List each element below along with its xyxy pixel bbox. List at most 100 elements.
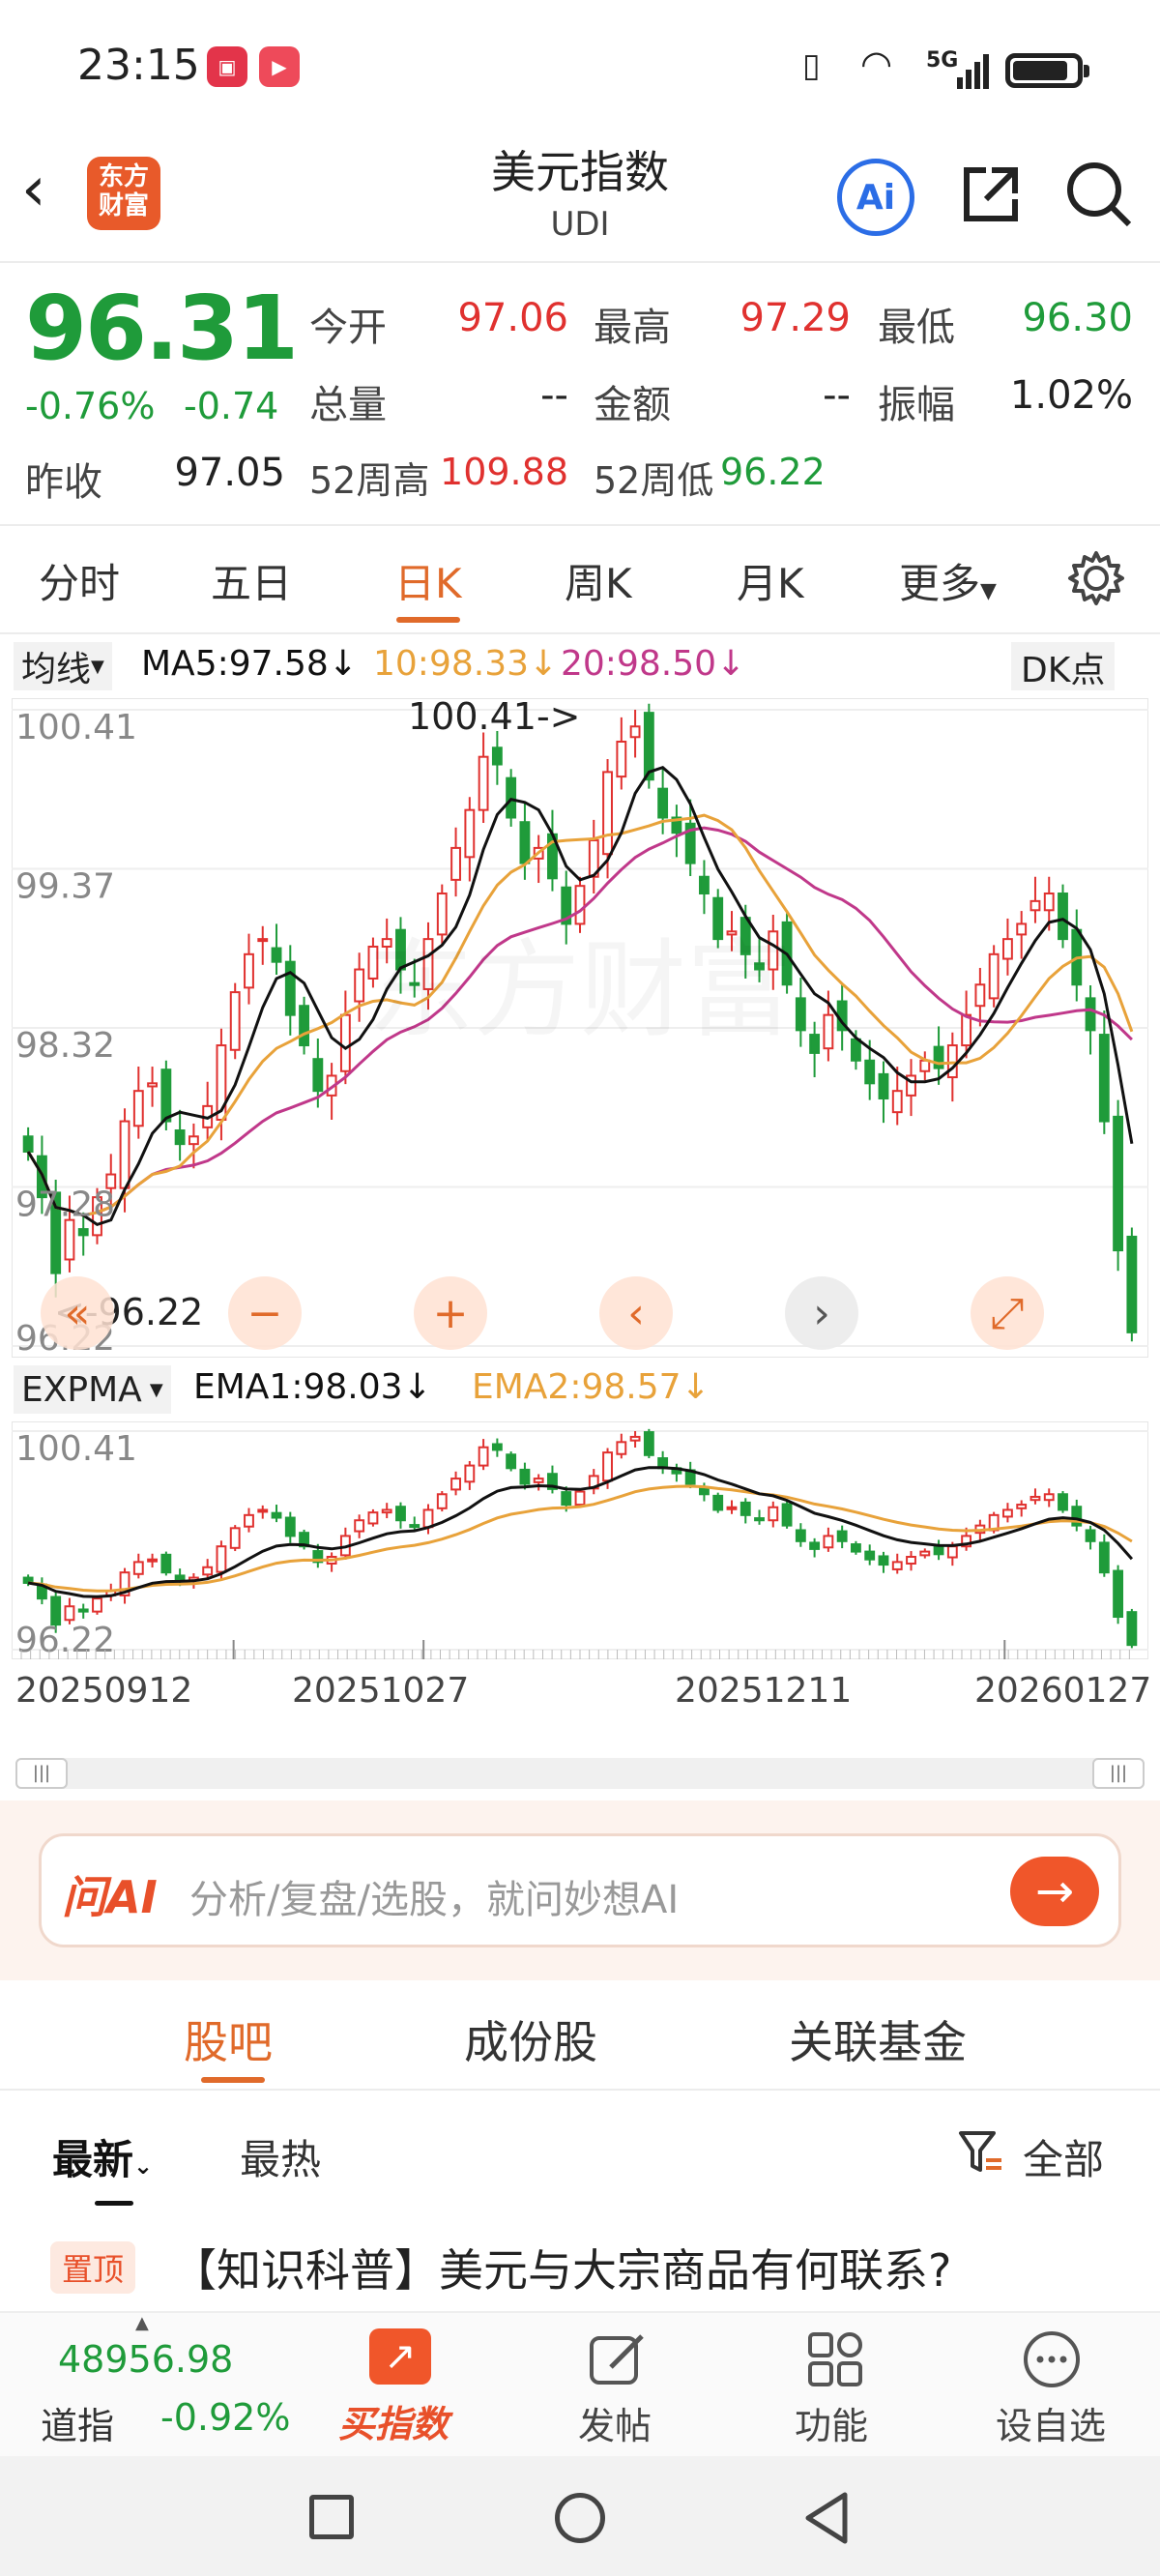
tab-intraday[interactable]: 分时 <box>39 551 120 610</box>
home-icon[interactable] <box>555 2493 605 2543</box>
candle-body <box>643 1431 654 1456</box>
fullscreen-icon[interactable]: ⤢ <box>971 1276 1044 1350</box>
expma-selector[interactable]: EXPMA ▼ <box>14 1365 171 1414</box>
y-axis-label: 100.41 <box>15 1429 137 1469</box>
candle-body <box>395 1506 406 1522</box>
tab-monthly-k[interactable]: 月K <box>737 551 804 610</box>
range-handle-left[interactable]: ||| <box>15 1758 68 1789</box>
wk52-high-value: 109.88 <box>440 451 568 493</box>
candle-body <box>339 1013 351 1072</box>
tab-daily-k[interactable]: 日K <box>394 551 462 610</box>
candle-body <box>77 1608 89 1613</box>
active-tab-indicator <box>201 2077 265 2083</box>
dow-index-name: 道指 <box>41 2405 115 2447</box>
candle-body <box>436 1493 448 1509</box>
candle-body <box>519 821 531 864</box>
candle-body <box>712 1494 724 1511</box>
candle-body <box>244 952 254 989</box>
candle-body <box>851 1543 861 1553</box>
watchlist-label[interactable]: 设自选 <box>996 2396 1106 2449</box>
candle-body <box>533 1478 544 1483</box>
y-axis-label: 98.32 <box>15 1026 115 1066</box>
kline-main-chart[interactable]: 100.4199.3798.3297.2896.22东方财富100.41-><-… <box>12 698 1148 1358</box>
add-watchlist-icon[interactable] <box>1021 2328 1083 2390</box>
date-label: 20250912 <box>15 1671 193 1711</box>
candle-body <box>1098 1034 1110 1123</box>
ma10-value: 10:98.33↓ <box>373 644 559 684</box>
expma-sub-chart[interactable]: 100.4196.22 <box>12 1421 1148 1659</box>
candle-body <box>1113 1115 1124 1252</box>
candle-body <box>864 1059 876 1085</box>
chevron-down-icon: ▼ <box>149 1379 163 1400</box>
candle-body <box>809 1034 821 1054</box>
ai-search-placeholder[interactable]: 分析/复盘/选股，就问妙想AI <box>189 1868 679 1924</box>
open-label: 今开 <box>309 306 387 350</box>
wifi-icon: ◠ <box>860 43 893 85</box>
candle-body <box>216 1545 227 1573</box>
candle-body <box>754 1517 765 1522</box>
filter-icon[interactable] <box>957 2127 1005 2180</box>
candle-body <box>1030 899 1041 912</box>
ma-selector-label: 均线 <box>21 650 92 689</box>
network-type: 5G <box>926 48 959 73</box>
filter-all[interactable]: 全部 <box>1023 2127 1104 2186</box>
candle-body <box>64 1218 75 1261</box>
share-icon[interactable] <box>957 161 1025 228</box>
back-nav-icon[interactable] <box>802 2491 851 2545</box>
tab-constituents[interactable]: 成份股 <box>464 2007 597 2071</box>
candle-body <box>699 875 710 895</box>
tab-five-day[interactable]: 五日 <box>211 551 292 610</box>
zoom-out-icon[interactable]: − <box>228 1276 302 1350</box>
trend-chart-icon[interactable]: ↗ <box>369 2328 431 2385</box>
function-label[interactable]: 功能 <box>795 2396 868 2449</box>
pinned-post-title[interactable]: 【知识科普】美元与大宗商品有何联系? <box>172 2236 951 2299</box>
candle-body <box>906 1555 916 1566</box>
candle-body <box>629 725 641 739</box>
buy-index-label[interactable]: 买指数 <box>338 2394 449 2447</box>
tab-weekly-k[interactable]: 周K <box>565 551 632 610</box>
ma-selector[interactable]: 均线 ▼ <box>14 642 112 690</box>
candle-body <box>229 1527 241 1549</box>
candle-body <box>506 776 517 819</box>
candle-body <box>1085 1529 1096 1542</box>
sort-hot[interactable]: 最热 <box>240 2127 321 2186</box>
candle-body <box>616 740 627 778</box>
candle-body <box>602 1451 613 1482</box>
ai-submit-arrow-icon[interactable]: → <box>1010 1857 1099 1926</box>
tab-more[interactable]: 更多▼ <box>899 551 997 610</box>
candle-body <box>464 808 476 859</box>
ai-button[interactable]: Ai <box>837 159 914 236</box>
candle-body <box>961 1013 972 1047</box>
scroll-right-icon[interactable]: › <box>785 1276 858 1350</box>
scroll-left-end-icon[interactable]: « <box>41 1276 114 1350</box>
candle-body <box>768 1506 779 1522</box>
range-slider-track[interactable] <box>15 1758 1145 1789</box>
candle-body <box>878 1555 889 1566</box>
tab-related-funds[interactable]: 关联基金 <box>789 2007 967 2071</box>
candle-body <box>1113 1569 1124 1619</box>
settings-gear-icon[interactable] <box>1067 549 1125 607</box>
max-price-note: 100.41-> <box>408 698 581 738</box>
scroll-left-icon[interactable]: ‹ <box>599 1276 673 1350</box>
recent-apps-icon[interactable] <box>309 2495 354 2539</box>
candle-body <box>464 1464 476 1483</box>
dk-point-toggle[interactable]: DK点 <box>1011 642 1116 690</box>
range-handle-right[interactable]: ||| <box>1092 1758 1145 1789</box>
search-icon[interactable] <box>1063 159 1135 230</box>
apps-grid-icon[interactable] <box>806 2330 864 2388</box>
candle-body <box>244 1513 254 1528</box>
volume-label: 总量 <box>309 383 387 427</box>
candle-body <box>891 1090 903 1114</box>
zoom-in-icon[interactable]: + <box>414 1276 487 1350</box>
candle-body <box>77 1228 89 1237</box>
caret-up-icon: ▲ <box>135 2313 149 2333</box>
dow-index-value[interactable]: 48956.98 <box>58 2338 233 2381</box>
candle-body <box>229 991 241 1051</box>
wk52-low-value: 96.22 <box>720 451 826 493</box>
candle-body <box>823 1535 834 1549</box>
video-app-icon: ▶ <box>259 46 300 87</box>
tab-guba[interactable]: 股吧 <box>184 2007 273 2071</box>
edit-post-icon[interactable] <box>586 2330 648 2388</box>
sort-latest[interactable]: 最新⌄ <box>52 2127 153 2186</box>
post-label[interactable]: 发帖 <box>578 2396 652 2449</box>
